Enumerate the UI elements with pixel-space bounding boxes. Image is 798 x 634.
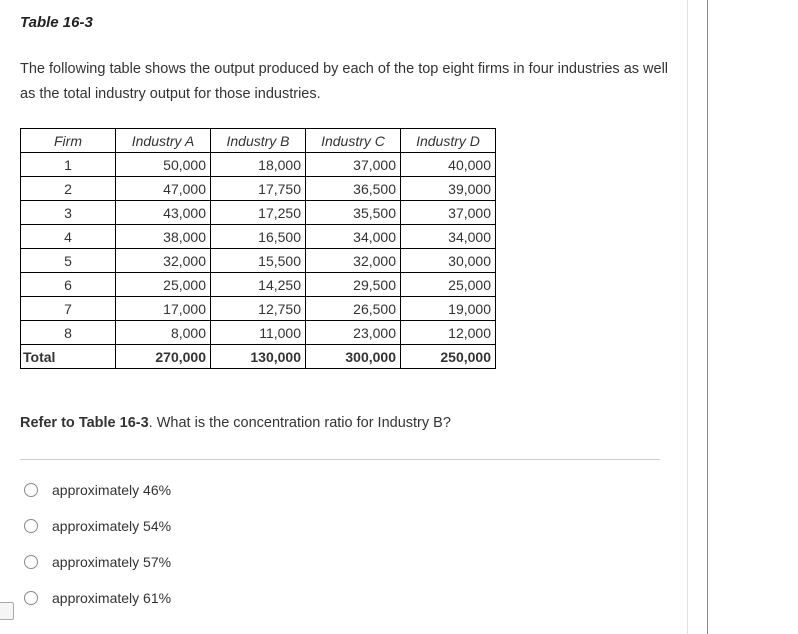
total-value-cell: 250,000 (401, 345, 496, 369)
value-cell: 18,000 (211, 153, 306, 177)
value-cell: 11,000 (211, 321, 306, 345)
table-description: The following table shows the output pro… (20, 57, 680, 106)
value-cell: 12,000 (401, 321, 496, 345)
option-1[interactable]: approximately 46% (24, 482, 778, 498)
value-cell: 32,000 (306, 249, 401, 273)
value-cell: 39,000 (401, 177, 496, 201)
value-cell: 15,500 (211, 249, 306, 273)
value-cell: 30,000 (401, 249, 496, 273)
table-row: 625,00014,25029,50025,000 (21, 273, 496, 297)
radio-icon (24, 519, 38, 533)
firm-cell: 3 (21, 201, 116, 225)
value-cell: 34,000 (401, 225, 496, 249)
value-cell: 12,750 (211, 297, 306, 321)
question-text: Refer to Table 16-3. What is the concent… (20, 415, 778, 431)
value-cell: 25,000 (116, 273, 211, 297)
table-row: 150,00018,00037,00040,000 (21, 153, 496, 177)
header-industry-c: Industry C (306, 129, 401, 153)
value-cell: 43,000 (116, 201, 211, 225)
firm-cell: 2 (21, 177, 116, 201)
table-row: 438,00016,50034,00034,000 (21, 225, 496, 249)
header-industry-d: Industry D (401, 129, 496, 153)
total-label-cell: Total (21, 345, 116, 369)
value-cell: 29,500 (306, 273, 401, 297)
value-cell: 36,500 (306, 177, 401, 201)
value-cell: 37,000 (306, 153, 401, 177)
radio-icon (24, 555, 38, 569)
option-2-label: approximately 54% (52, 518, 171, 534)
value-cell: 35,500 (306, 201, 401, 225)
value-cell: 47,000 (116, 177, 211, 201)
header-industry-a: Industry A (116, 129, 211, 153)
value-cell: 37,000 (401, 201, 496, 225)
firm-cell: 5 (21, 249, 116, 273)
divider (20, 459, 660, 460)
value-cell: 19,000 (401, 297, 496, 321)
page-tab-indicator (0, 602, 14, 620)
option-4-label: approximately 61% (52, 590, 171, 606)
header-firm: Firm (21, 129, 116, 153)
question-reference: Refer to Table 16-3 (20, 415, 149, 431)
value-cell: 32,000 (116, 249, 211, 273)
value-cell: 17,750 (211, 177, 306, 201)
firm-cell: 1 (21, 153, 116, 177)
value-cell: 14,250 (211, 273, 306, 297)
firm-cell: 7 (21, 297, 116, 321)
option-3[interactable]: approximately 57% (24, 554, 778, 570)
table-row: 532,00015,50032,00030,000 (21, 249, 496, 273)
radio-icon (24, 483, 38, 497)
total-value-cell: 130,000 (211, 345, 306, 369)
option-4[interactable]: approximately 61% (24, 590, 778, 606)
total-value-cell: 270,000 (116, 345, 211, 369)
option-1-label: approximately 46% (52, 482, 171, 498)
value-cell: 26,500 (306, 297, 401, 321)
value-cell: 16,500 (211, 225, 306, 249)
firm-cell: 4 (21, 225, 116, 249)
option-3-label: approximately 57% (52, 554, 171, 570)
table-row: 88,00011,00023,00012,000 (21, 321, 496, 345)
total-value-cell: 300,000 (306, 345, 401, 369)
option-2[interactable]: approximately 54% (24, 518, 778, 534)
firm-cell: 6 (21, 273, 116, 297)
answer-options: approximately 46% approximately 54% appr… (20, 482, 778, 606)
value-cell: 8,000 (116, 321, 211, 345)
firm-cell: 8 (21, 321, 116, 345)
value-cell: 50,000 (116, 153, 211, 177)
radio-icon (24, 591, 38, 605)
table-total-row: Total270,000130,000300,000250,000 (21, 345, 496, 369)
value-cell: 17,000 (116, 297, 211, 321)
question-body: . What is the concentration ratio for In… (149, 415, 451, 431)
value-cell: 34,000 (306, 225, 401, 249)
table-title: Table 16-3 (20, 14, 778, 31)
right-border-line-2 (687, 0, 688, 634)
table-row: 247,00017,75036,50039,000 (21, 177, 496, 201)
value-cell: 23,000 (306, 321, 401, 345)
right-border-line (707, 0, 708, 634)
value-cell: 25,000 (401, 273, 496, 297)
table-row: 717,00012,75026,50019,000 (21, 297, 496, 321)
table-row: 343,00017,25035,50037,000 (21, 201, 496, 225)
value-cell: 38,000 (116, 225, 211, 249)
table-header-row: Firm Industry A Industry B Industry C In… (21, 129, 496, 153)
header-industry-b: Industry B (211, 129, 306, 153)
value-cell: 40,000 (401, 153, 496, 177)
value-cell: 17,250 (211, 201, 306, 225)
industry-output-table: Firm Industry A Industry B Industry C In… (20, 128, 496, 369)
